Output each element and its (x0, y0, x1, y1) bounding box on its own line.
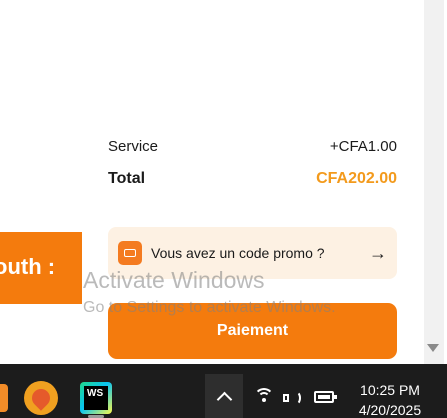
chevron-up-icon (216, 391, 232, 407)
arrow-right-icon: → (369, 242, 387, 263)
promo-code-button[interactable]: Vous avez un code promo ? → (108, 227, 397, 279)
banner-text: outh : (0, 254, 56, 279)
taskbar: WS 10:25 PM 4/20/2025 (0, 364, 447, 418)
coupon-icon (118, 241, 142, 265)
battery-icon[interactable] (314, 391, 337, 403)
service-label: Service (108, 138, 159, 155)
webstorm-icon[interactable]: WS (80, 382, 112, 414)
vertical-scrollbar[interactable] (424, 0, 444, 364)
service-row: Service +CFA1.00 (108, 138, 397, 155)
taskbar-app-partial-icon[interactable] (0, 384, 8, 412)
clock[interactable]: 10:25 PM 4/20/2025 (350, 380, 430, 418)
promo-text: Vous avez un code promo ? (151, 245, 325, 261)
webstorm-label: WS (84, 386, 108, 410)
payment-button[interactable]: Paiement (108, 303, 397, 359)
clock-time: 10:25 PM (360, 382, 420, 398)
promo-banner[interactable]: outh : (0, 232, 82, 304)
scroll-down-arrow-icon[interactable] (427, 344, 439, 352)
service-amount: +CFA1.00 (329, 138, 397, 155)
show-hidden-icons-button[interactable] (205, 374, 243, 418)
total-row: Total CFA202.00 (108, 170, 397, 188)
taskbar-app-orange-icon[interactable] (24, 381, 58, 415)
clock-date: 4/20/2025 (358, 402, 422, 418)
checkout-page: Service +CFA1.00 Total CFA202.00 Vous av… (0, 0, 447, 364)
volume-icon[interactable] (283, 391, 303, 407)
total-label: Total (108, 170, 146, 187)
total-amount: CFA202.00 (316, 170, 397, 187)
